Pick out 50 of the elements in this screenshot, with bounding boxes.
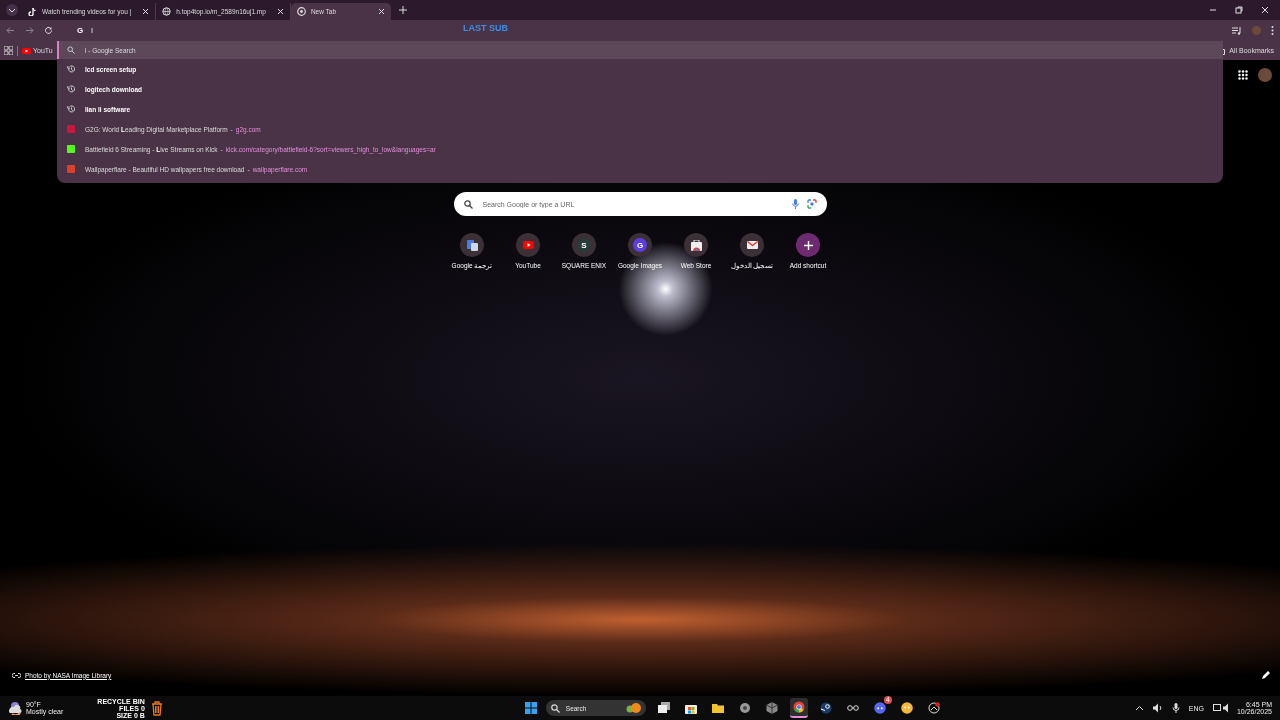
chevron-up-icon[interactable]: [1134, 705, 1144, 711]
back-icon[interactable]: [6, 26, 15, 35]
translate-icon: [466, 239, 478, 251]
search-icon: [67, 46, 75, 54]
plus-icon: [803, 240, 813, 250]
menu-icon[interactable]: [1271, 26, 1274, 35]
circle-icon: [927, 702, 940, 714]
history-icon: [67, 65, 75, 73]
network-volume-icon[interactable]: [1212, 703, 1228, 713]
history-icon: [67, 85, 75, 93]
avatar-icon[interactable]: [1258, 68, 1272, 82]
search-icon: [463, 199, 473, 209]
microphone-icon[interactable]: [1171, 703, 1180, 713]
letter-icon: S: [577, 238, 591, 252]
letter-icon: G: [633, 238, 647, 252]
link-icon: [12, 671, 21, 679]
speaker-icon[interactable]: [1152, 703, 1163, 713]
folder-icon: [711, 702, 724, 714]
reload-icon[interactable]: [44, 26, 53, 35]
overlay-caption: LAST SUB: [463, 22, 508, 33]
close-icon[interactable]: [276, 8, 284, 15]
store-icon: [684, 702, 697, 714]
tab-list-icon[interactable]: [6, 4, 18, 16]
taskbar-app[interactable]: [789, 698, 808, 718]
new-tab-icon[interactable]: [398, 6, 407, 14]
history-icon: [67, 105, 75, 113]
forward-icon[interactable]: [25, 26, 34, 35]
music-note-icon: [28, 7, 37, 16]
glasses-icon: [846, 702, 859, 714]
cube-icon: [765, 702, 778, 714]
close-icon[interactable]: [377, 8, 385, 15]
apps-icon[interactable]: [4, 46, 13, 55]
play-icon: [22, 47, 31, 54]
steam-icon: [819, 702, 832, 714]
trash-can-icon[interactable]: [150, 700, 163, 716]
fruit-icon: [625, 702, 641, 714]
task-view-icon: [657, 702, 670, 714]
camera-lens-icon[interactable]: [806, 199, 817, 209]
search-icon: [550, 703, 560, 713]
close-icon[interactable]: [142, 8, 150, 15]
apps-grid-icon[interactable]: [1238, 70, 1248, 80]
globe-icon: [162, 7, 172, 16]
mail-icon: [746, 241, 758, 249]
start-icon[interactable]: [524, 702, 537, 714]
search-engine-mark: G: [77, 26, 84, 35]
weather-icon: [8, 701, 22, 715]
store-icon: [690, 239, 702, 251]
smiley-icon: [900, 702, 913, 714]
media-icon[interactable]: [1232, 26, 1242, 35]
play-icon: [522, 241, 534, 249]
